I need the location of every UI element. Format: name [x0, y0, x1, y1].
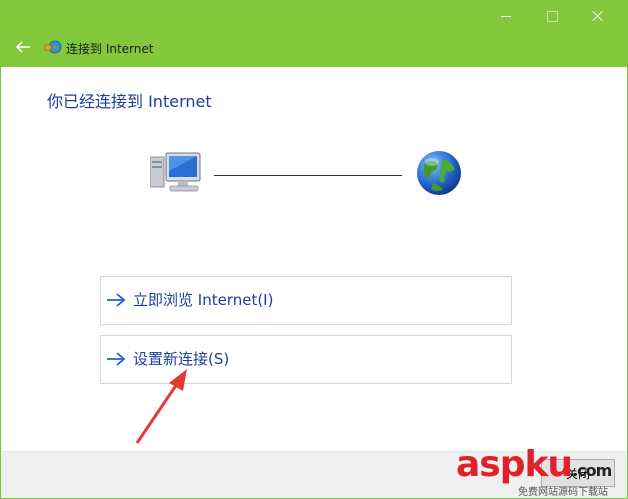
globe-icon — [417, 151, 461, 195]
connect-window: 连接到 Internet 你已经连接到 Internet 立即浏览 Intern… — [0, 0, 628, 499]
back-button[interactable] — [13, 37, 33, 57]
watermark-subtitle: 免费网站源码下载站 — [518, 487, 608, 498]
network-globe-icon — [44, 40, 62, 54]
browse-internet-label: 立即浏览 Internet(I) — [133, 291, 274, 309]
page-heading: 你已经连接到 Internet — [47, 92, 212, 111]
close-window-button[interactable] — [575, 1, 621, 31]
watermark-logo: aspku.com 免费网站源码下载站 — [456, 445, 627, 499]
minimize-button[interactable] — [483, 1, 529, 31]
close-icon — [592, 10, 604, 22]
back-arrow-icon — [15, 41, 30, 53]
arrow-right-icon — [107, 352, 126, 366]
connection-line — [214, 175, 402, 176]
maximize-icon — [546, 10, 558, 22]
annotation-arrow-icon — [135, 369, 187, 444]
setup-new-connection-label: 设置新连接(S) — [133, 350, 230, 368]
browse-internet-option[interactable]: 立即浏览 Internet(I) — [100, 276, 512, 325]
window-title: 连接到 Internet — [66, 42, 154, 56]
maximize-button[interactable] — [529, 1, 575, 31]
computer-icon — [150, 152, 201, 192]
arrow-right-icon — [107, 293, 126, 307]
title-bar: 连接到 Internet — [1, 1, 627, 67]
minimize-icon — [501, 15, 511, 17]
